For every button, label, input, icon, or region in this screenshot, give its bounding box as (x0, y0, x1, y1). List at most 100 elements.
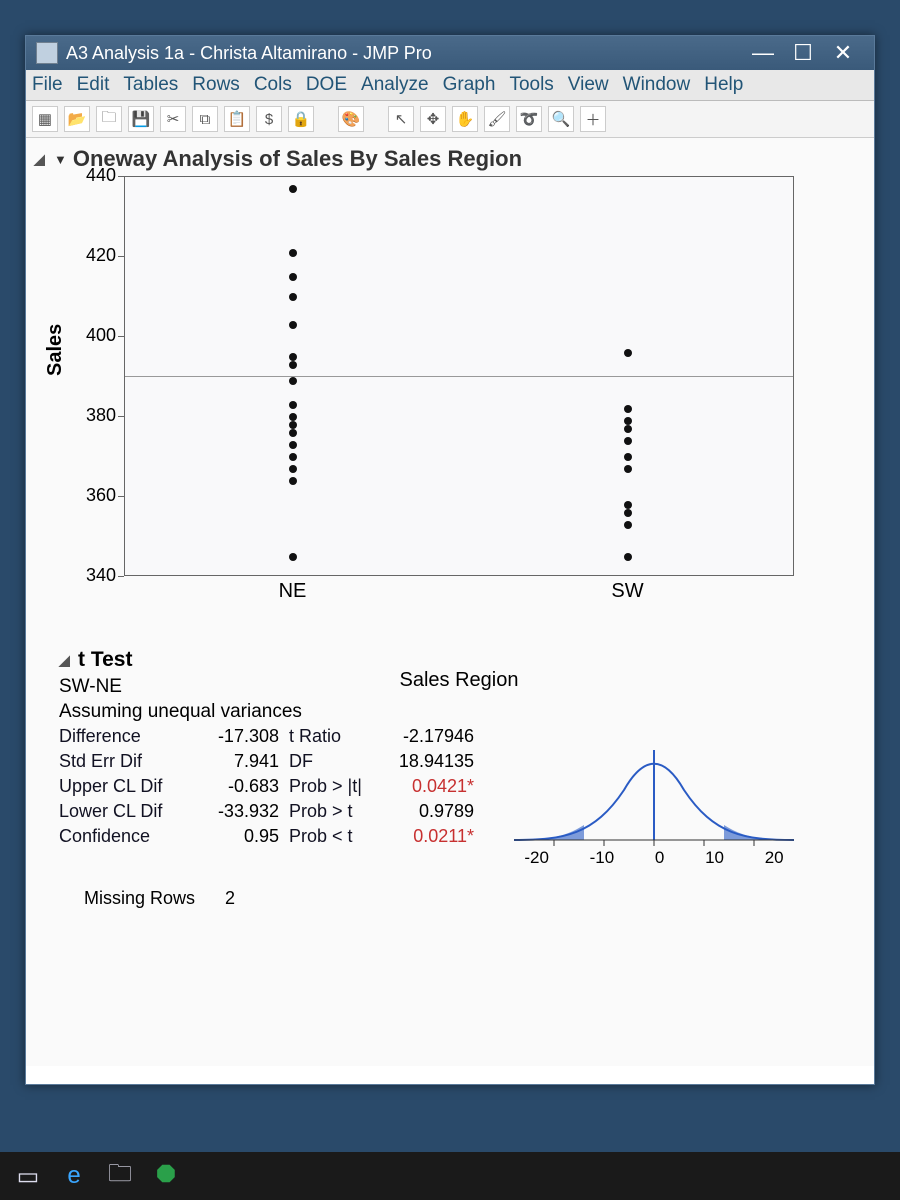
save-icon[interactable]: 💾 (128, 106, 154, 132)
oneway-chart[interactable]: Sales NESW Sales Region 3403603804004204… (64, 176, 844, 636)
dropdown-icon[interactable]: ▼ (54, 152, 67, 167)
data-point[interactable] (289, 273, 297, 281)
data-point[interactable] (624, 553, 632, 561)
data-point[interactable] (624, 425, 632, 433)
missing-rows-value: 2 (225, 888, 235, 908)
store-icon[interactable]: ⯃ (148, 1158, 184, 1194)
copy-icon[interactable]: ⧉ (192, 106, 218, 132)
menu-rows[interactable]: Rows (192, 74, 240, 96)
paste-icon[interactable]: 📋 (224, 106, 250, 132)
palette-icon[interactable]: 🎨 (338, 106, 364, 132)
minimize-button[interactable]: — (752, 42, 774, 64)
disclosure-icon[interactable]: ◢ (34, 151, 48, 168)
data-point[interactable] (289, 249, 297, 257)
probt-abs-label: Prob > |t| (289, 776, 384, 797)
menu-tools[interactable]: Tools (509, 74, 553, 96)
data-point[interactable] (289, 185, 297, 193)
menu-analyze[interactable]: Analyze (361, 74, 429, 96)
ttest-table: Difference -17.308 t Ratio -2.17946 Std … (59, 726, 484, 847)
ucl-value: -0.683 (199, 776, 289, 797)
edge-icon[interactable]: e (56, 1158, 92, 1194)
window-title: A3 Analysis 1a - Christa Altamirano - JM… (66, 43, 752, 64)
menu-doe[interactable]: DOE (306, 74, 347, 96)
dist-tick: 10 (705, 848, 724, 868)
folder-icon[interactable]: 🗀 (96, 106, 122, 132)
tratio-label: t Ratio (289, 726, 384, 747)
menu-help[interactable]: Help (704, 74, 743, 96)
data-point[interactable] (624, 465, 632, 473)
tratio-value: -2.17946 (384, 726, 484, 747)
cut-icon[interactable]: ✂ (160, 106, 186, 132)
file-explorer-icon[interactable]: 🗀 (102, 1158, 138, 1194)
data-point[interactable] (624, 405, 632, 413)
data-point[interactable] (289, 441, 297, 449)
zoom-icon[interactable]: 🔍 (548, 106, 574, 132)
menu-file[interactable]: File (32, 74, 63, 96)
data-point[interactable] (289, 377, 297, 385)
open-icon[interactable]: 📂 (64, 106, 90, 132)
sheet-icon[interactable]: $ (256, 106, 282, 132)
probt-lt-value: 0.0211* (384, 826, 484, 847)
disclosure-icon[interactable]: ◢ (59, 652, 73, 669)
lock-icon[interactable]: 🔒 (288, 106, 314, 132)
menu-edit[interactable]: Edit (77, 74, 110, 96)
diff-label: Difference (59, 726, 199, 747)
data-point[interactable] (624, 349, 632, 357)
conf-value: 0.95 (199, 826, 289, 847)
data-point[interactable] (289, 553, 297, 561)
data-point[interactable] (624, 453, 632, 461)
table-icon[interactable]: ▦ (32, 106, 58, 132)
data-point[interactable] (289, 401, 297, 409)
reference-line (125, 376, 793, 377)
app-window: A3 Analysis 1a - Christa Altamirano - JM… (25, 35, 875, 1085)
conf-label: Confidence (59, 826, 199, 847)
toolbar: ▦ 📂 🗀 💾 ✂ ⧉ 📋 $ 🔒 🎨 ↖ ✥ ✋ 🖌 ➰ 🔍 ＋ (26, 101, 874, 138)
dist-tick: 20 (765, 848, 784, 868)
data-point[interactable] (289, 429, 297, 437)
diff-value: -17.308 (199, 726, 289, 747)
maximize-button[interactable]: ☐ (792, 42, 814, 64)
plot-frame[interactable]: NESW (124, 176, 794, 576)
hand-icon[interactable]: ✋ (452, 106, 478, 132)
probt-lt-label: Prob < t (289, 826, 384, 847)
brush-icon[interactable]: 🖌 (484, 106, 510, 132)
data-point[interactable] (624, 417, 632, 425)
data-point[interactable] (289, 477, 297, 485)
data-point[interactable] (289, 413, 297, 421)
y-tick-label: 400 (76, 325, 116, 346)
data-point[interactable] (289, 321, 297, 329)
df-label: DF (289, 751, 384, 772)
dist-tick: 0 (655, 848, 664, 868)
lasso-icon[interactable]: ➰ (516, 106, 542, 132)
data-point[interactable] (624, 437, 632, 445)
data-point[interactable] (289, 453, 297, 461)
move-icon[interactable]: ✥ (420, 106, 446, 132)
oneway-header[interactable]: ◢ ▼ Oneway Analysis of Sales By Sales Re… (34, 146, 866, 172)
data-point[interactable] (289, 293, 297, 301)
data-point[interactable] (624, 501, 632, 509)
menu-window[interactable]: Window (623, 74, 691, 96)
lcl-label: Lower CL Dif (59, 801, 199, 822)
y-tick-label: 340 (76, 565, 116, 586)
close-button[interactable]: ✕ (832, 42, 854, 64)
menu-tables[interactable]: Tables (123, 74, 178, 96)
plus-icon[interactable]: ＋ (580, 106, 606, 132)
title-bar: A3 Analysis 1a - Christa Altamirano - JM… (26, 36, 874, 70)
data-point[interactable] (289, 361, 297, 369)
menu-cols[interactable]: Cols (254, 74, 292, 96)
arrow-icon[interactable]: ↖ (388, 106, 414, 132)
task-view-icon[interactable]: ▭ (10, 1158, 46, 1194)
menu-graph[interactable]: Graph (443, 74, 496, 96)
data-point[interactable] (624, 509, 632, 517)
data-point[interactable] (289, 353, 297, 361)
data-point[interactable] (289, 421, 297, 429)
missing-rows-label: Missing Rows (84, 888, 195, 908)
data-point[interactable] (289, 465, 297, 473)
t-distribution-plot: -20 -10 0 10 20 (504, 730, 804, 870)
ttest-assumption: Assuming unequal variances (59, 701, 866, 723)
lcl-value: -33.932 (199, 801, 289, 822)
ttest-title-text: t Test (78, 648, 132, 672)
data-point[interactable] (624, 521, 632, 529)
dist-tick: -20 (524, 848, 549, 868)
menu-view[interactable]: View (568, 74, 609, 96)
